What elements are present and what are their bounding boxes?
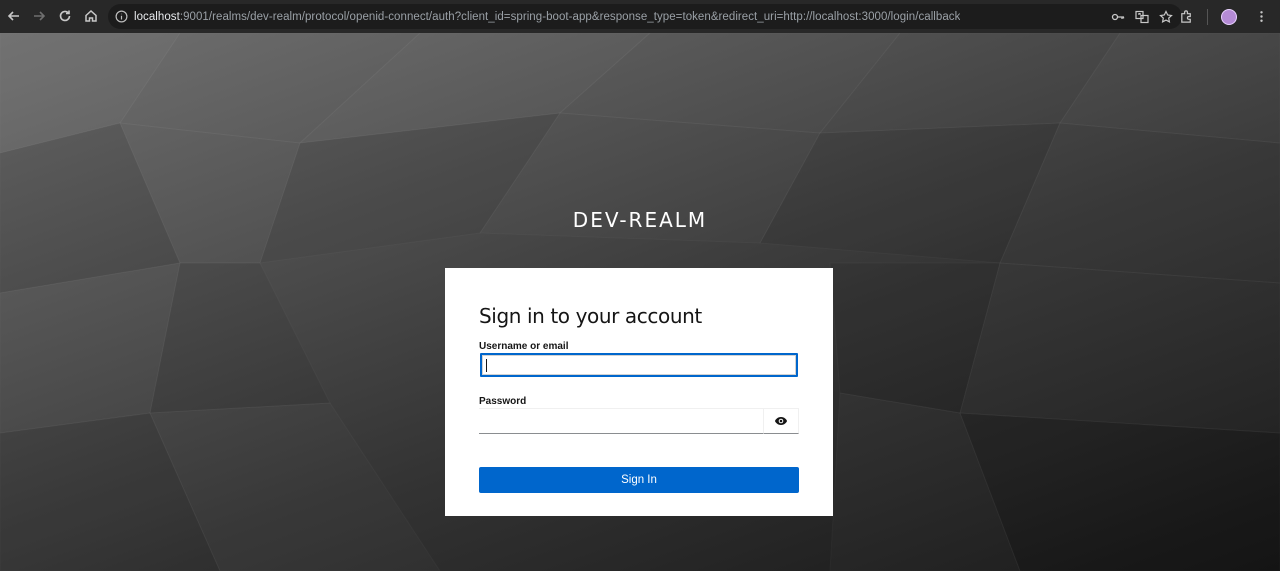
- forward-icon[interactable]: [26, 3, 52, 29]
- login-page: DEV-REALM Sign in to your account Userna…: [0, 33, 1280, 571]
- password-key-icon[interactable]: [1110, 9, 1126, 25]
- site-info-icon[interactable]: [108, 4, 134, 29]
- bookmark-star-icon[interactable]: [1158, 9, 1174, 25]
- profile-avatar[interactable]: [1218, 6, 1240, 28]
- menu-kebab-icon[interactable]: [1250, 6, 1272, 28]
- translate-icon[interactable]: [1134, 9, 1150, 25]
- toolbar-divider: [1207, 8, 1208, 25]
- login-card: Sign in to your account Username or emai…: [445, 268, 833, 516]
- url-path: :9001/realms/dev-realm/protocol/openid-c…: [179, 10, 961, 23]
- extensions-icon[interactable]: [1175, 6, 1197, 28]
- eye-icon: [775, 417, 787, 425]
- password-label: Password: [479, 396, 527, 407]
- url-text[interactable]: localhost:9001/realms/dev-realm/protocol…: [134, 11, 960, 23]
- password-input[interactable]: [479, 408, 763, 434]
- address-bar[interactable]: localhost:9001/realms/dev-realm/protocol…: [108, 4, 1182, 29]
- url-host: localhost: [134, 10, 180, 23]
- sign-in-button[interactable]: Sign In: [479, 467, 799, 493]
- realm-title: DEV-REALM: [572, 208, 708, 232]
- username-input[interactable]: [480, 353, 798, 377]
- card-title: Sign in to your account: [479, 304, 702, 328]
- text-caret: [486, 359, 487, 372]
- show-password-button[interactable]: [763, 408, 799, 434]
- reload-icon[interactable]: [52, 3, 78, 29]
- browser-toolbar: localhost:9001/realms/dev-realm/protocol…: [0, 0, 1280, 33]
- home-icon[interactable]: [78, 3, 104, 29]
- username-label: Username or email: [479, 341, 569, 352]
- back-icon[interactable]: [1, 3, 27, 29]
